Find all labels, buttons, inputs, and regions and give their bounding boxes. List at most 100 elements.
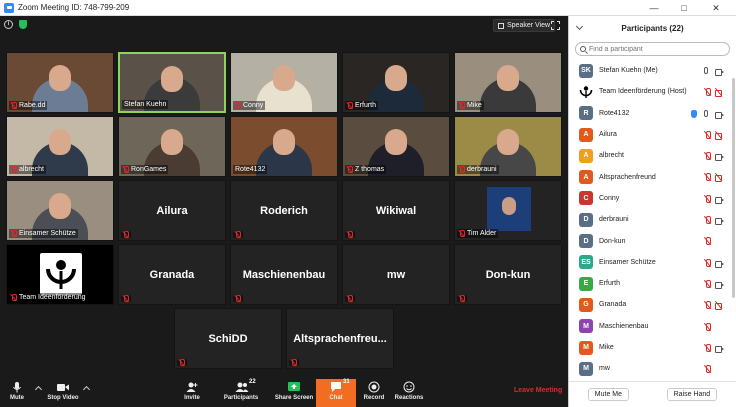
participant-search[interactable] (575, 42, 730, 56)
video-tile[interactable]: Einsamer Schütze (6, 180, 114, 241)
participant-row[interactable]: Team Ideenförderung (Host) (569, 81, 736, 102)
tile-name-label: Stefan Kuehn (122, 100, 169, 109)
video-tile[interactable]: Roderich (230, 180, 338, 241)
participant-row[interactable]: A Ailura (569, 124, 736, 145)
participant-head (273, 65, 295, 91)
participant-row[interactable]: G Granada (569, 294, 736, 315)
panel-title: Participants (22) (621, 23, 684, 33)
participant-name: albrecht (599, 152, 624, 160)
avatar: E (579, 276, 593, 291)
muted-mic-icon (704, 237, 712, 246)
participant-list: SK Stefan Kuehn (Me) Team Ideenförderung (… (569, 60, 736, 379)
participant-head (161, 66, 183, 92)
raised-hand-icon (691, 109, 697, 118)
participants-button[interactable]: 22 Participants (222, 379, 260, 407)
share-screen-button[interactable]: Share Screen (274, 381, 314, 407)
participant-name: Maschienenbau (599, 322, 649, 330)
video-tile[interactable]: Rote4132 (230, 116, 338, 177)
meeting-info-icon[interactable]: i (4, 20, 13, 29)
participant-head (497, 65, 519, 91)
tile-name-label: Erfurth (345, 101, 379, 110)
tile-name-label (121, 231, 131, 238)
participant-row[interactable]: SK Stefan Kuehn (Me) (569, 60, 736, 81)
mute-me-button[interactable]: Mute Me (587, 388, 630, 401)
muted-mic-icon (11, 294, 17, 301)
video-options-chevron-icon[interactable] (82, 385, 91, 394)
video-tile[interactable]: SchiDD (174, 308, 282, 369)
maximize-icon[interactable]: □ (669, 0, 699, 16)
muted-mic-icon (704, 130, 712, 139)
muted-mic-icon (704, 88, 712, 97)
video-tile[interactable]: Altsprachenfreu... (286, 308, 394, 369)
encryption-shield-icon[interactable] (19, 20, 27, 29)
leave-meeting-button[interactable]: Leave Meeting (514, 387, 562, 394)
participant-name: Stefan Kuehn (Me) (599, 67, 658, 75)
participant-row[interactable]: Dderbrauni (569, 209, 736, 230)
stop-video-label: Stop Video (47, 395, 79, 401)
chat-button[interactable]: 31 Chat (316, 379, 356, 407)
avatar: D (579, 234, 593, 249)
chat-count: 31 (343, 379, 350, 385)
stop-video-button[interactable]: Stop Video (46, 381, 80, 407)
invite-button[interactable]: Invite (181, 381, 203, 407)
video-tile[interactable]: Ailura (118, 180, 226, 241)
participant-list-scrollbar[interactable] (732, 78, 735, 298)
tile-display-name: mw (386, 268, 406, 281)
participant-name: Altsprachenfreund (599, 173, 656, 181)
participant-row[interactable]: ES Einsamer Schütze (569, 252, 736, 273)
mute-button[interactable]: Mute (6, 381, 28, 407)
close-icon[interactable]: ✕ (701, 0, 731, 16)
video-tile[interactable]: Z thomas (342, 116, 450, 177)
title-bar: Zoom Meeting ID: 748-799-209 — □ ✕ (0, 0, 736, 16)
participant-row[interactable]: M Mike (569, 337, 736, 358)
collapse-chevron-icon[interactable] (575, 22, 584, 31)
record-button[interactable]: Record (362, 381, 386, 407)
participant-search-input[interactable] (589, 45, 729, 53)
participant-row[interactable]: C Conny (569, 188, 736, 209)
video-tile[interactable]: Granada (118, 244, 226, 305)
participant-row[interactable]: M Maschienenbau (569, 316, 736, 337)
tile-name-label: albrecht (9, 165, 46, 174)
video-tile[interactable]: Erfurth (342, 52, 450, 113)
participant-name: Einsamer Schütze (599, 258, 656, 266)
video-tile[interactable]: Conny (230, 52, 338, 113)
participant-name: Rabe.dd (19, 102, 46, 109)
participant-row[interactable]: R Rote4132 (569, 103, 736, 124)
video-tile[interactable]: Mike (454, 52, 562, 113)
video-tile[interactable]: Rabe.dd (6, 52, 114, 113)
video-tile[interactable]: mw (342, 244, 450, 305)
participant-row[interactable]: E Erfurth (569, 273, 736, 294)
participant-name: Team Ideenförderung (19, 294, 86, 301)
video-tile[interactable]: Maschienenbau (230, 244, 338, 305)
video-off-icon (715, 131, 723, 140)
video-tile[interactable]: RonGames (118, 116, 226, 177)
video-tile[interactable]: derbrauni (454, 116, 562, 177)
video-tile[interactable]: Team Ideenförderung (6, 244, 114, 305)
muted-mic-icon (11, 166, 17, 173)
tile-display-name: Ailura (156, 204, 188, 217)
participant-row[interactable]: Mmw (569, 358, 736, 379)
reactions-button[interactable]: Reactions (394, 381, 424, 407)
speaker-view-button[interactable]: Speaker View (493, 19, 556, 32)
search-icon (580, 46, 586, 52)
participant-row[interactable]: A Altsprachenfreund (569, 166, 736, 187)
participant-row[interactable]: D Don-kun (569, 230, 736, 251)
video-tile[interactable]: Stefan Kuehn (118, 52, 226, 113)
chat-label: Chat (329, 395, 343, 401)
muted-mic-icon (347, 166, 353, 173)
raise-hand-button[interactable]: Raise Hand (666, 388, 718, 401)
participant-name: Stefan Kuehn (124, 101, 167, 108)
participant-name: derbrauni (467, 166, 497, 173)
video-tile[interactable]: Tim Alder (454, 180, 562, 241)
video-tile[interactable]: Wikiwal (342, 180, 450, 241)
muted-mic-icon (704, 301, 712, 310)
video-tile[interactable]: Don-kun (454, 244, 562, 305)
muted-mic-icon (11, 102, 17, 109)
participant-row[interactable]: Aalbrecht (569, 145, 736, 166)
fullscreen-icon[interactable] (551, 21, 560, 30)
wikimedia-logo-icon (40, 253, 82, 295)
minimize-icon[interactable]: — (639, 0, 669, 16)
audio-options-chevron-icon[interactable] (34, 385, 43, 394)
participant-head (273, 129, 295, 155)
video-tile[interactable]: albrecht (6, 116, 114, 177)
